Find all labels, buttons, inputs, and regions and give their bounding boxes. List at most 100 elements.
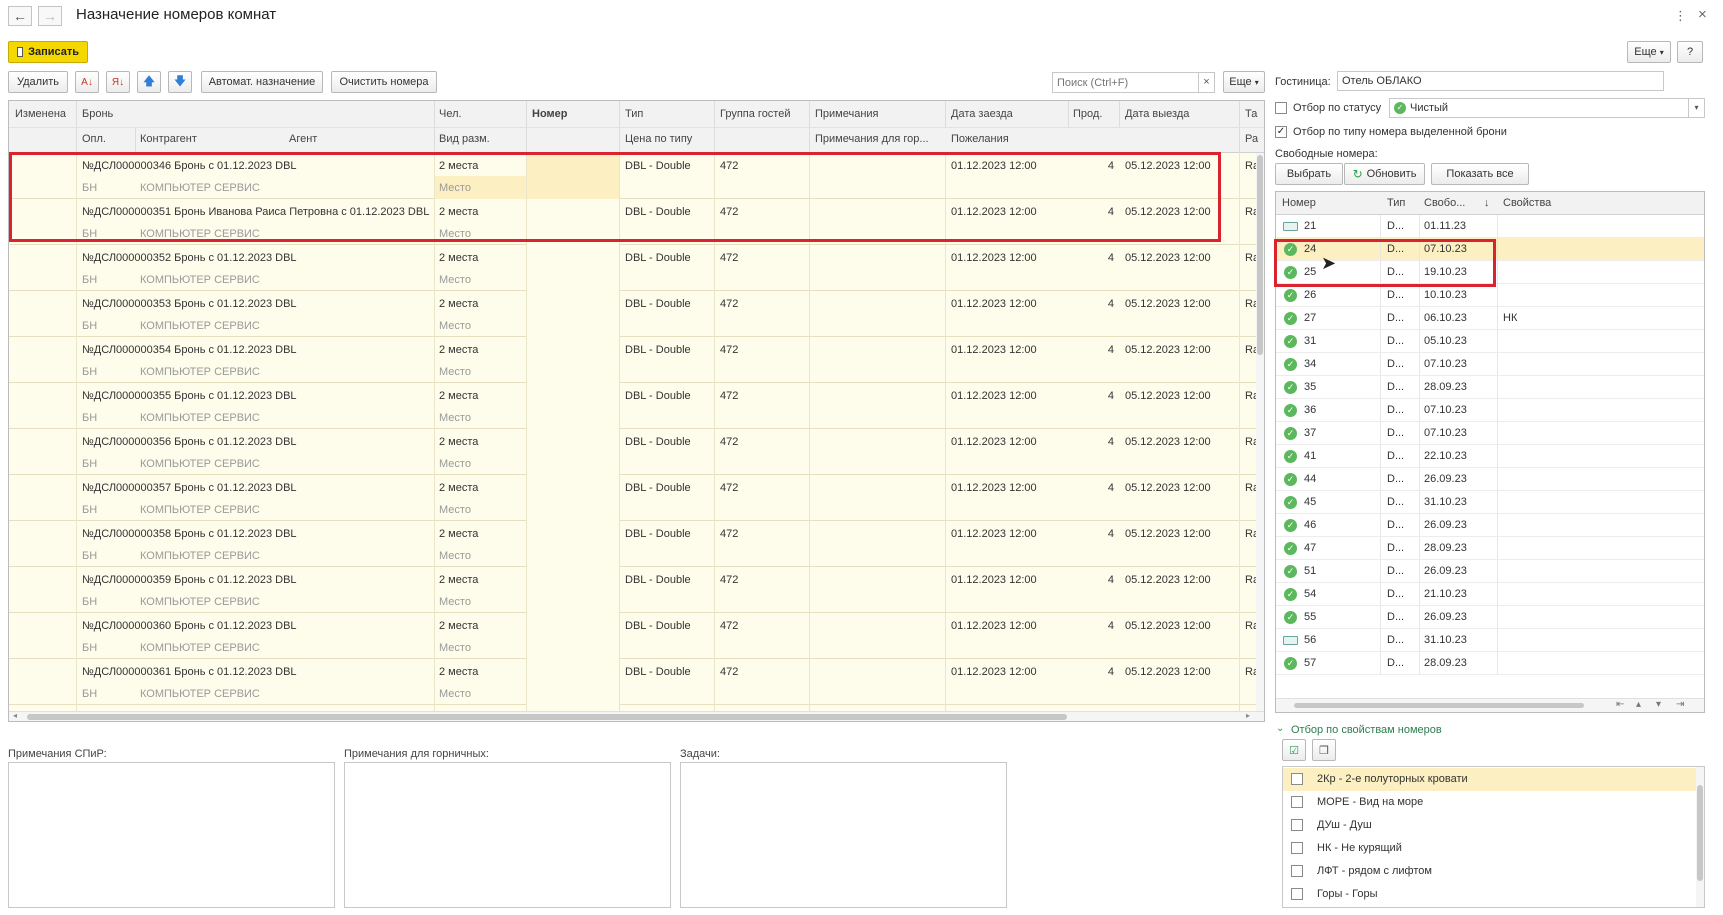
col-changed[interactable]: Изменена bbox=[15, 108, 66, 120]
col-accommodation[interactable]: Вид разм. bbox=[439, 133, 490, 145]
table-row[interactable]: №ДСЛ000000352 Бронь с 01.12.2023 DBL 2 ме… bbox=[9, 245, 1259, 291]
col-room-type[interactable]: Тип bbox=[1387, 197, 1405, 209]
uncheck-all-button[interactable]: ❐ bbox=[1312, 739, 1336, 761]
list-item[interactable]: ✓ 44 D... 26.09.23 bbox=[1276, 468, 1704, 491]
table-row[interactable]: №ДСЛ000000353 Бронь с 01.12.2023 DBL 2 ме… bbox=[9, 291, 1259, 337]
maid-notes-field[interactable] bbox=[344, 762, 671, 908]
forward-button[interactable]: → bbox=[38, 6, 62, 26]
right-more-button[interactable]: Еще ▾ bbox=[1627, 41, 1671, 63]
list-item[interactable]: ✓ 27 D... 06.10.23 НК bbox=[1276, 307, 1704, 330]
status-dropdown-icon[interactable]: ▾ bbox=[1689, 98, 1705, 118]
room-number-cell[interactable] bbox=[527, 383, 619, 429]
spir-notes-field[interactable] bbox=[8, 762, 335, 908]
list-item[interactable]: ✓ 36 D... 07.10.23 bbox=[1276, 399, 1704, 422]
col-type[interactable]: Тип bbox=[625, 108, 643, 120]
col-persons[interactable]: Чел. bbox=[439, 108, 462, 120]
auto-assign-button[interactable]: Автомат. назначение bbox=[201, 71, 323, 93]
col-arrival[interactable]: Дата заезда bbox=[951, 108, 1013, 120]
room-number-cell[interactable] bbox=[527, 245, 619, 291]
tasks-field[interactable] bbox=[680, 762, 1007, 908]
table-row[interactable]: №ДСЛ000000358 Бронь с 01.12.2023 DBL 2 ме… bbox=[9, 521, 1259, 567]
col-booking[interactable]: Бронь bbox=[82, 108, 113, 120]
col-tariff-2[interactable]: Ра bbox=[1245, 133, 1258, 145]
col-duration[interactable]: Прод. bbox=[1073, 108, 1102, 120]
search-input[interactable] bbox=[1052, 72, 1199, 93]
property-checkbox[interactable] bbox=[1291, 888, 1303, 900]
col-free-since[interactable]: Свобо... bbox=[1424, 197, 1465, 209]
col-wishes[interactable]: Пожелания bbox=[951, 133, 1009, 145]
filter-type-checkbox[interactable]: ✓ bbox=[1275, 126, 1287, 138]
vertical-scrollbar[interactable] bbox=[1256, 153, 1264, 713]
move-down-button[interactable]: 🡇 bbox=[168, 71, 192, 93]
property-item[interactable]: НК - Не курящий bbox=[1283, 837, 1704, 860]
list-item[interactable]: ✓ 46 D... 26.09.23 bbox=[1276, 514, 1704, 537]
property-checkbox[interactable] bbox=[1291, 773, 1303, 785]
list-item[interactable]: ✓ 54 D... 21.10.23 bbox=[1276, 583, 1704, 606]
property-checkbox[interactable] bbox=[1291, 796, 1303, 808]
page-down-icon[interactable]: ▾ bbox=[1656, 699, 1661, 710]
page-up-icon[interactable]: ▴ bbox=[1636, 699, 1641, 710]
room-number-cell[interactable] bbox=[527, 475, 619, 521]
clear-numbers-button[interactable]: Очистить номера bbox=[331, 71, 437, 93]
show-all-button[interactable]: Показать все bbox=[1431, 163, 1529, 185]
room-number-cell[interactable] bbox=[527, 291, 619, 337]
list-item[interactable]: ✓ 34 D... 07.10.23 bbox=[1276, 353, 1704, 376]
col-room-number[interactable]: Номер bbox=[532, 108, 568, 120]
more-button[interactable]: Еще ▾ bbox=[1223, 71, 1265, 93]
refresh-button[interactable]: ↻ Обновить bbox=[1344, 163, 1425, 185]
status-select[interactable]: ✓ Чистый bbox=[1389, 98, 1689, 118]
list-item[interactable]: ✓ 31 D... 05.10.23 bbox=[1276, 330, 1704, 353]
list-item[interactable]: ✓ 35 D... 28.09.23 bbox=[1276, 376, 1704, 399]
room-number-cell[interactable] bbox=[527, 521, 619, 567]
move-up-button[interactable]: 🡅 bbox=[137, 71, 161, 93]
col-properties[interactable]: Свойства bbox=[1503, 197, 1551, 209]
property-item[interactable]: ДУш - Душ bbox=[1283, 814, 1704, 837]
property-item[interactable]: 2Кр - 2-е полуторных кровати bbox=[1283, 768, 1704, 791]
property-item[interactable]: МОРЕ - Вид на море bbox=[1283, 791, 1704, 814]
col-departure[interactable]: Дата выезда bbox=[1125, 108, 1189, 120]
props-filter-label[interactable]: Отбор по свойствам номеров bbox=[1291, 724, 1442, 736]
table-row[interactable]: №ДСЛ000000357 Бронь с 01.12.2023 DBL 2 ме… bbox=[9, 475, 1259, 521]
list-item[interactable]: ✓ 37 D... 07.10.23 bbox=[1276, 422, 1704, 445]
room-number-cell[interactable] bbox=[527, 337, 619, 383]
property-item[interactable]: Горы - Горы bbox=[1283, 883, 1704, 906]
table-row[interactable]: №ДСЛ000000354 Бронь с 01.12.2023 DBL 2 ме… bbox=[9, 337, 1259, 383]
delete-button[interactable]: Удалить bbox=[8, 71, 68, 93]
room-number-cell[interactable] bbox=[527, 567, 619, 613]
kebab-menu-icon[interactable]: ⋮ bbox=[1674, 8, 1687, 24]
sort-asc-button[interactable]: A↓ bbox=[75, 71, 99, 93]
last-page-icon[interactable]: ⇥ bbox=[1676, 699, 1684, 710]
property-checkbox[interactable] bbox=[1291, 819, 1303, 831]
room-number-cell[interactable] bbox=[527, 429, 619, 475]
col-notes[interactable]: Примечания bbox=[815, 108, 879, 120]
property-checkbox[interactable] bbox=[1291, 842, 1303, 854]
table-row[interactable]: №ДСЛ000000360 Бронь с 01.12.2023 DBL 2 ме… bbox=[9, 613, 1259, 659]
col-room-num[interactable]: Номер bbox=[1282, 197, 1316, 209]
clear-search-icon[interactable]: × bbox=[1199, 72, 1215, 93]
list-item[interactable]: ✓ 45 D... 31.10.23 bbox=[1276, 491, 1704, 514]
col-maid-notes[interactable]: Примечания для гор... bbox=[815, 133, 929, 145]
properties-scrollbar[interactable] bbox=[1696, 767, 1704, 907]
col-guest-group[interactable]: Группа гостей bbox=[720, 108, 791, 120]
chevron-down-icon[interactable]: ⌄ bbox=[1276, 723, 1284, 734]
list-item[interactable]: ✓ 47 D... 28.09.23 bbox=[1276, 537, 1704, 560]
property-item[interactable]: ЛФТ - рядом с лифтом bbox=[1283, 860, 1704, 883]
table-row[interactable]: №ДСЛ000000359 Бронь с 01.12.2023 DBL 2 ме… bbox=[9, 567, 1259, 613]
properties-list[interactable]: 2Кр - 2-е полуторных кровати МОРЕ - Вид н… bbox=[1282, 766, 1705, 908]
table-row[interactable]: №ДСЛ000000355 Бронь с 01.12.2023 DBL 2 ме… bbox=[9, 383, 1259, 429]
col-agent[interactable]: Агент bbox=[289, 133, 317, 145]
filter-status-checkbox[interactable] bbox=[1275, 102, 1287, 114]
property-checkbox[interactable] bbox=[1291, 865, 1303, 877]
table-row[interactable]: №ДСЛ000000361 Бронь с 01.12.2023 DBL 2 ме… bbox=[9, 659, 1259, 705]
room-number-cell[interactable] bbox=[527, 613, 619, 659]
back-button[interactable]: ← bbox=[8, 6, 32, 26]
check-all-button[interactable]: ☑ bbox=[1282, 739, 1306, 761]
list-item[interactable]: ✓ 57 D... 28.09.23 bbox=[1276, 652, 1704, 675]
col-payment[interactable]: Опл. bbox=[82, 133, 106, 145]
select-button[interactable]: Выбрать bbox=[1275, 163, 1343, 185]
horizontal-scrollbar[interactable]: ◂ ▸ bbox=[9, 711, 1264, 721]
list-item[interactable]: 21 D... 01.11.23 bbox=[1276, 215, 1704, 238]
list-item[interactable]: ✓ 55 D... 26.09.23 bbox=[1276, 606, 1704, 629]
rooms-horizontal-scrollbar[interactable]: ⇤ ▴ ▾ ⇥ bbox=[1276, 698, 1704, 712]
list-item[interactable]: 56 D... 31.10.23 bbox=[1276, 629, 1704, 652]
